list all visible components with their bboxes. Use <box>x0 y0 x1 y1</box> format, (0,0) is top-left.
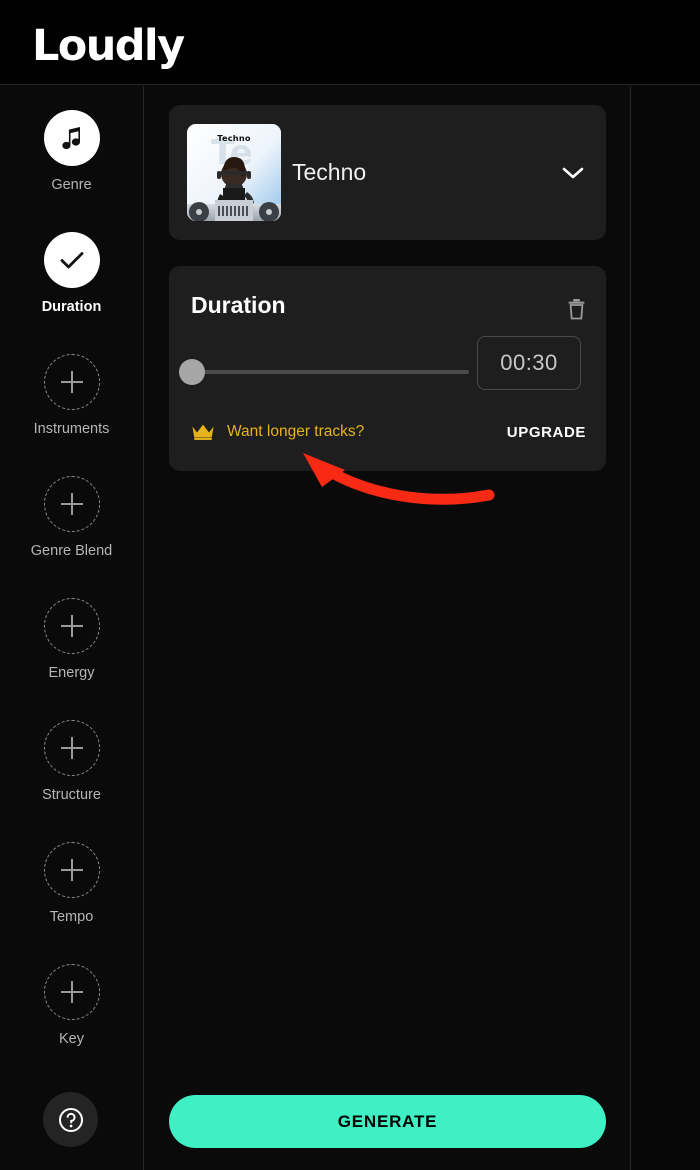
sidebar-icon-circle-structure <box>43 720 100 776</box>
sidebar-label-structure: Structure <box>42 787 101 803</box>
chevron-down-icon <box>562 167 584 178</box>
sidebar-icon-circle-genre <box>43 110 100 166</box>
duration-time-input[interactable]: 00:30 <box>477 336 581 390</box>
main-panel: Te Techno Techno Duration 00:30 Want lon… <box>145 86 631 1170</box>
sidebar-icon-circle-key <box>43 964 100 1020</box>
music-note-icon <box>61 127 80 150</box>
plus-icon <box>60 615 83 637</box>
plus-icon <box>60 371 83 393</box>
sidebar-label-genre-blend: Genre Blend <box>30 543 113 559</box>
sidebar-label-instruments: Instruments <box>33 421 110 437</box>
sidebar-icon-circle-tempo <box>43 842 100 898</box>
sidebar-label-tempo: Tempo <box>49 909 94 925</box>
duration-card: Duration 00:30 Want longer tracks? UPGRA… <box>169 266 606 471</box>
crown-icon <box>192 424 214 440</box>
genre-expand-button[interactable] <box>562 105 584 240</box>
upgrade-promo-text[interactable]: Want longer tracks? <box>227 423 364 441</box>
svg-text:Techno: Techno <box>217 133 251 143</box>
genre-thumbnail: Te Techno <box>187 124 281 221</box>
sidebar-label-energy: Energy <box>48 665 95 681</box>
plus-icon <box>60 737 83 759</box>
duration-slider[interactable] <box>179 358 469 386</box>
sidebar-label-duration: Duration <box>41 299 102 315</box>
brand-logo: Loudly <box>32 21 185 71</box>
plus-icon <box>60 859 83 881</box>
sidebar-icon-circle-energy <box>43 598 100 654</box>
app-root: Loudly Genre Duration Instruments Genre … <box>0 0 700 1170</box>
sidebar-label-genre: Genre <box>51 177 92 193</box>
sidebar-icon-circle-instruments <box>43 354 100 410</box>
trash-icon <box>568 299 585 320</box>
check-icon <box>60 252 83 269</box>
genre-name: Techno <box>292 159 367 185</box>
sidebar: Genre Duration Instruments Genre Blend E… <box>0 86 144 1170</box>
sidebar-item-instruments[interactable]: Instruments <box>0 354 143 437</box>
duration-title: Duration <box>191 292 286 318</box>
upgrade-promo-row: Want longer tracks? UPGRADE <box>191 418 586 446</box>
app-header: Loudly <box>0 0 700 85</box>
duration-slider-thumb[interactable] <box>179 359 205 385</box>
plus-icon <box>60 981 83 1003</box>
sidebar-item-tempo[interactable]: Tempo <box>0 842 143 925</box>
help-circle-icon <box>58 1107 83 1132</box>
sidebar-item-structure[interactable]: Structure <box>0 720 143 803</box>
plus-icon <box>60 493 83 515</box>
sidebar-label-key: Key <box>59 1031 84 1047</box>
generate-button[interactable]: GENERATE <box>169 1095 606 1148</box>
sidebar-item-duration[interactable]: Duration <box>0 232 143 315</box>
sidebar-icon-circle-genre-blend <box>43 476 100 532</box>
sidebar-icon-circle-duration <box>43 232 100 288</box>
right-rail <box>632 86 700 1170</box>
upgrade-button[interactable]: UPGRADE <box>507 424 586 441</box>
duration-delete-button[interactable] <box>567 298 586 325</box>
genre-thumbnail-art: Te Techno <box>187 124 281 221</box>
sidebar-item-genre[interactable]: Genre <box>0 110 143 193</box>
help-button[interactable] <box>43 1092 98 1147</box>
duration-slider-track <box>191 370 469 374</box>
genre-card[interactable]: Te Techno Techno <box>169 105 606 240</box>
sidebar-item-genre-blend[interactable]: Genre Blend <box>0 476 143 559</box>
sidebar-item-key[interactable]: Key <box>0 964 143 1047</box>
sidebar-item-energy[interactable]: Energy <box>0 598 143 681</box>
